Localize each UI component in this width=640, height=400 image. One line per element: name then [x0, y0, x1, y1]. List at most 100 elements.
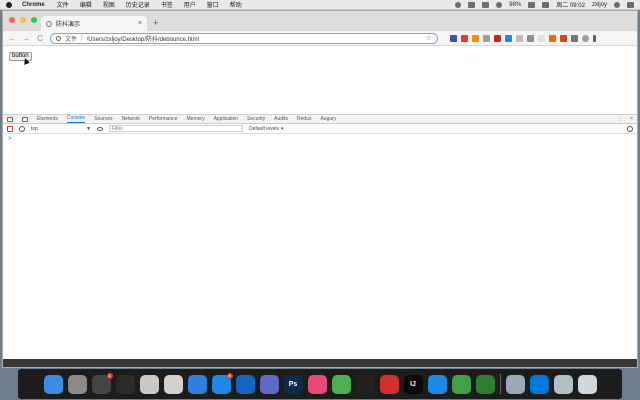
battery-icon[interactable]: [528, 1, 536, 8]
tab-memory[interactable]: Memory: [187, 116, 205, 122]
tab-close-icon[interactable]: ×: [138, 20, 142, 27]
extension-icon[interactable]: [483, 34, 490, 42]
browser-toolbar: ← → C 文件 | /Users/zxljoy/Desktop/防抖/debo…: [3, 31, 637, 46]
minimize-window-button[interactable]: [20, 17, 26, 23]
wechat-status-icon[interactable]: [455, 1, 462, 8]
clear-console-icon[interactable]: [19, 125, 25, 132]
extension-icon[interactable]: [560, 34, 567, 42]
extension-icon[interactable]: [472, 34, 479, 42]
extension-icon[interactable]: [571, 34, 578, 42]
extension-icon[interactable]: [538, 34, 545, 42]
dock-activity-icon[interactable]: [115, 374, 135, 394]
spotlight-icon[interactable]: [614, 1, 620, 8]
dock-chrome-icon[interactable]: [331, 374, 351, 394]
tab-sources[interactable]: Sources: [94, 116, 112, 122]
display-status-icon[interactable]: [468, 1, 476, 8]
tab-security[interactable]: Security: [247, 116, 265, 122]
dock-launchpad-icon[interactable]: [67, 374, 87, 394]
dock-wechat-dev-icon[interactable]: [451, 374, 471, 394]
cloud-status-icon[interactable]: [482, 1, 490, 8]
menu-people[interactable]: 用户: [184, 0, 196, 9]
address-bar[interactable]: 文件 | /Users/zxljoy/Desktop/防抖/debounce.h…: [50, 32, 438, 44]
bookmark-star-icon[interactable]: ☆: [426, 34, 432, 42]
menubar-clock[interactable]: 周二 09:02: [556, 0, 585, 9]
log-levels-label: Default levels: [249, 125, 280, 132]
extension-icon[interactable]: [505, 34, 512, 42]
devtools-more-icon[interactable]: ⋮: [617, 116, 622, 122]
extension-icon[interactable]: [516, 34, 523, 42]
chrome-menu-icon[interactable]: [593, 34, 596, 42]
extension-icon[interactable]: [549, 34, 556, 42]
menu-file[interactable]: 文件: [57, 0, 69, 9]
device-toolbar-icon[interactable]: [22, 116, 28, 122]
dock-disk-icon[interactable]: [505, 374, 525, 394]
menu-bookmarks[interactable]: 书签: [161, 0, 173, 9]
wifi-icon[interactable]: [496, 1, 503, 8]
menu-history[interactable]: 历史记录: [126, 0, 150, 9]
menu-app-name[interactable]: Chrome: [22, 2, 45, 8]
log-levels-dropdown[interactable]: Default levels ▾: [249, 126, 284, 132]
chevron-down-icon: ▾: [281, 125, 284, 132]
dock-safari-icon[interactable]: [187, 374, 207, 394]
tab-application[interactable]: Application: [214, 116, 238, 122]
eye-icon[interactable]: [97, 126, 103, 131]
menu-view[interactable]: 视图: [103, 0, 115, 9]
dock-netease-icon[interactable]: [379, 374, 399, 394]
tab-redux[interactable]: Redux: [297, 116, 311, 122]
tab-performance[interactable]: Performance: [149, 116, 178, 122]
tab-console[interactable]: Console: [66, 115, 86, 123]
dock-qq-icon[interactable]: 1: [91, 372, 113, 394]
dock-tools-icon[interactable]: [163, 374, 183, 394]
gear-icon[interactable]: [627, 125, 633, 132]
url-scheme-label: 文件: [65, 36, 78, 43]
devtools-close-icon[interactable]: ×: [630, 116, 633, 122]
maximize-window-button[interactable]: [31, 17, 37, 23]
devtools-status-bar: [3, 359, 637, 367]
tab-audits[interactable]: Audits: [274, 116, 288, 122]
tab-augury[interactable]: Augury: [320, 116, 336, 122]
context-select[interactable]: top ▼: [31, 126, 91, 132]
inspect-element-icon[interactable]: [7, 116, 13, 122]
reload-button[interactable]: C: [36, 34, 44, 43]
new-tab-button[interactable]: +: [153, 18, 158, 28]
dock-trash-icon[interactable]: [577, 374, 597, 394]
dock-photoshop-icon[interactable]: Ps: [283, 374, 303, 394]
profile-avatar-icon[interactable]: [582, 34, 589, 42]
console-prompt[interactable]: >: [3, 134, 637, 144]
extension-icon[interactable]: [494, 34, 501, 42]
menu-window[interactable]: 窗口: [207, 0, 219, 9]
extension-icon[interactable]: [527, 34, 534, 42]
dock-intellij-icon[interactable]: IJ: [403, 374, 423, 394]
menu-help[interactable]: 帮助: [230, 0, 242, 9]
extension-icon[interactable]: [461, 34, 468, 42]
dock-wechat-icon[interactable]: [475, 374, 495, 394]
tab-network[interactable]: Network: [122, 116, 140, 122]
back-button[interactable]: ←: [8, 34, 16, 43]
forward-button[interactable]: →: [22, 34, 30, 43]
dock-xcode-icon[interactable]: [235, 374, 255, 394]
dock-terminal-icon[interactable]: [355, 374, 375, 394]
dock-appstore-icon[interactable]: 8: [211, 372, 233, 394]
tab-title: 防抖演示: [56, 22, 81, 28]
console-filter-input[interactable]: [109, 125, 243, 132]
notification-center-icon[interactable]: [627, 1, 634, 8]
info-icon[interactable]: [56, 35, 61, 41]
menubar-user[interactable]: zxljoy: [592, 2, 607, 8]
browser-tab[interactable]: 防抖演示 ×: [41, 16, 147, 31]
extension-icon[interactable]: [450, 34, 457, 42]
dock-vscode-icon[interactable]: [427, 374, 447, 394]
close-window-button[interactable]: [9, 17, 15, 23]
dock-finder-icon[interactable]: [43, 374, 63, 394]
menu-edit[interactable]: 编辑: [80, 0, 92, 9]
console-sidebar-icon[interactable]: [7, 125, 13, 132]
apple-icon[interactable]: [6, 1, 12, 8]
dock-downloads-icon[interactable]: [553, 374, 573, 394]
input-source-icon[interactable]: [542, 1, 550, 8]
tab-elements[interactable]: Elements: [37, 116, 58, 122]
tab-strip: 防抖演示 × +: [3, 11, 637, 31]
dock-itunes-icon[interactable]: [307, 374, 327, 394]
dock-preview-icon[interactable]: [139, 374, 159, 394]
dock-qqbrowser-icon[interactable]: [259, 374, 279, 394]
dock-edge-icon[interactable]: [529, 374, 549, 394]
url-text[interactable]: /Users/zxljoy/Desktop/防抖/debounce.html: [87, 34, 422, 43]
